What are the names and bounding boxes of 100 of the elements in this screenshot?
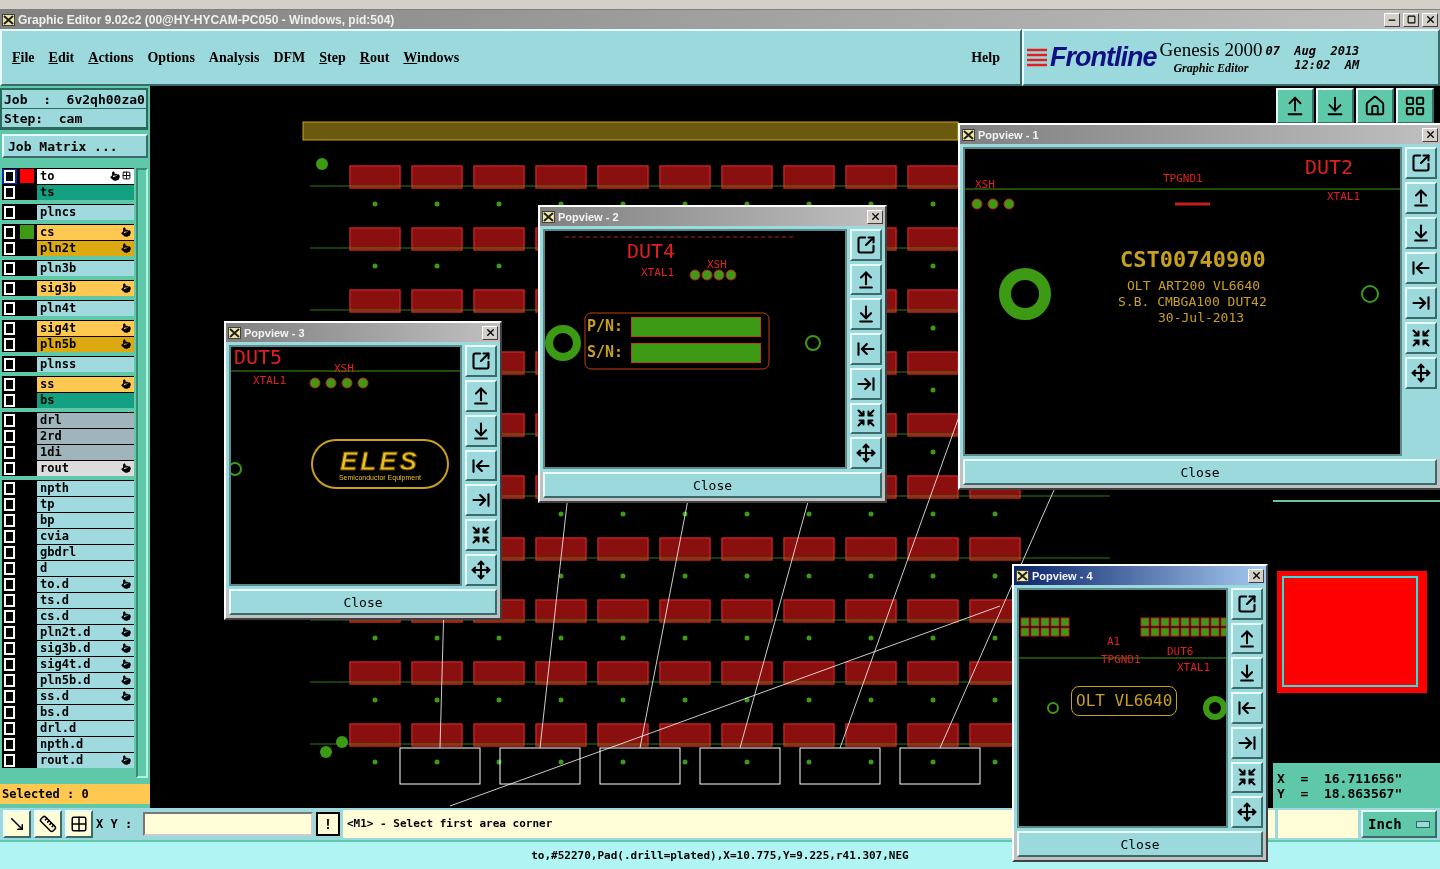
layer-checkbox[interactable]: [2, 688, 17, 704]
close-button[interactable]: [867, 209, 883, 224]
layer-item[interactable]: ss.d: [37, 688, 134, 704]
view-tool-button[interactable]: [850, 402, 882, 435]
layer-item[interactable]: pln4t: [37, 300, 134, 316]
view-tool-button[interactable]: [1405, 217, 1437, 249]
layer-item[interactable]: pln5b: [37, 336, 134, 352]
maximize-button[interactable]: [1403, 12, 1419, 27]
view-tool-button[interactable]: [1405, 182, 1437, 214]
tool-button[interactable]: [34, 810, 62, 838]
view-tool-button[interactable]: [1231, 588, 1263, 620]
layer-item[interactable]: pln2t: [37, 240, 134, 256]
close-button[interactable]: Close: [1017, 831, 1263, 857]
minimize-button[interactable]: [1384, 12, 1400, 27]
layer-checkbox[interactable]: [2, 444, 17, 460]
view-tool-button[interactable]: [1405, 322, 1437, 354]
units-dropdown[interactable]: Inch: [1361, 810, 1437, 838]
layer-checkbox[interactable]: [2, 336, 17, 352]
layer-checkbox[interactable]: [2, 240, 17, 256]
layer-checkbox[interactable]: [2, 184, 17, 200]
layer-item[interactable]: ts: [37, 184, 134, 200]
layer-checkbox[interactable]: [2, 672, 17, 688]
layer-item[interactable]: sig4t: [37, 320, 134, 336]
view-tool-button[interactable]: [1231, 761, 1263, 794]
layer-item[interactable]: gbdrl: [37, 544, 134, 560]
layer-item[interactable]: sig4t.d: [37, 656, 134, 672]
layer-checkbox[interactable]: [2, 428, 17, 444]
layer-item[interactable]: ts.d: [37, 592, 134, 608]
layer-item[interactable]: sig3b: [37, 280, 134, 296]
layer-item[interactable]: drl: [37, 412, 134, 428]
layer-item[interactable]: npth: [37, 480, 134, 496]
menu-item[interactable]: Analysis: [202, 47, 266, 68]
xy-input-field[interactable]: [143, 812, 313, 836]
view-tool-button[interactable]: [1405, 147, 1437, 179]
menu-item[interactable]: Step: [313, 47, 352, 68]
layer-checkbox[interactable]: [2, 300, 17, 316]
view-tool-button[interactable]: [465, 554, 497, 586]
close-button[interactable]: Close: [543, 472, 882, 498]
view-tool-button[interactable]: [1405, 252, 1437, 284]
layer-checkbox[interactable]: [2, 224, 17, 240]
layer-checkbox[interactable]: [2, 704, 17, 720]
layer-checkbox[interactable]: [2, 412, 17, 428]
layer-checkbox[interactable]: [2, 512, 17, 528]
toolbar-button[interactable]: [1316, 88, 1354, 124]
layer-item[interactable]: to.d: [37, 576, 134, 592]
layer-item[interactable]: plnss: [37, 356, 134, 372]
menu-item[interactable]: Edit: [42, 47, 81, 68]
view-tool-button[interactable]: [465, 414, 497, 447]
layer-item[interactable]: pln5b.d: [37, 672, 134, 688]
layer-checkbox[interactable]: [2, 720, 17, 736]
layer-item[interactable]: rout: [37, 460, 134, 476]
layer-item[interactable]: 1di: [37, 444, 134, 460]
layer-checkbox[interactable]: [2, 608, 17, 624]
layer-checkbox[interactable]: [2, 204, 17, 220]
view-tool-button[interactable]: [850, 367, 882, 400]
view-tool-button[interactable]: [850, 437, 882, 470]
toolbar-button[interactable]: [1356, 88, 1394, 124]
menu-item[interactable]: File: [6, 47, 41, 68]
layer-item[interactable]: bs: [37, 392, 134, 408]
layer-item[interactable]: tp: [37, 496, 134, 512]
scrollbar[interactable]: [136, 168, 148, 778]
layer-checkbox[interactable]: [2, 544, 17, 560]
view-tool-button[interactable]: [850, 298, 882, 331]
view-tool-button[interactable]: [465, 379, 497, 412]
view-tool-button[interactable]: [465, 519, 497, 552]
tool-button[interactable]: [3, 810, 31, 838]
close-button[interactable]: [1422, 12, 1438, 27]
layer-item[interactable]: plncs: [37, 204, 134, 220]
layer-checkbox[interactable]: [2, 280, 17, 296]
layer-item[interactable]: sig3b.d: [37, 640, 134, 656]
layer-checkbox[interactable]: [2, 376, 17, 392]
alert-button[interactable]: !: [316, 812, 340, 836]
layer-item[interactable]: d: [37, 560, 134, 576]
view-tool-button[interactable]: [850, 263, 882, 296]
layer-item[interactable]: ss: [37, 376, 134, 392]
close-button[interactable]: [1248, 568, 1264, 583]
toolbar-button[interactable]: [1276, 88, 1314, 124]
view-tool-button[interactable]: [1231, 657, 1263, 690]
layer-item[interactable]: to: [37, 168, 134, 184]
layer-item[interactable]: cs: [37, 224, 134, 240]
close-button[interactable]: Close: [229, 589, 497, 615]
layer-checkbox[interactable]: [2, 624, 17, 640]
view-tool-button[interactable]: [1231, 692, 1263, 724]
menu-item[interactable]: Rout: [353, 47, 396, 68]
layer-checkbox[interactable]: [2, 560, 17, 576]
layer-checkbox[interactable]: [2, 260, 17, 276]
layer-checkbox[interactable]: [2, 496, 17, 512]
layer-checkbox[interactable]: [2, 460, 17, 476]
layer-checkbox[interactable]: [2, 752, 17, 768]
view-tool-button[interactable]: [1405, 357, 1437, 389]
layer-checkbox[interactable]: [2, 392, 17, 408]
menu-item[interactable]: Windows: [397, 47, 466, 68]
layer-item[interactable]: rout.d: [37, 752, 134, 768]
toolbar-button[interactable]: [1396, 88, 1434, 124]
layer-item[interactable]: pln3b: [37, 260, 134, 276]
layer-item[interactable]: 2rd: [37, 428, 134, 444]
layer-item[interactable]: bp: [37, 512, 134, 528]
close-button[interactable]: Close: [963, 459, 1437, 485]
close-button[interactable]: [482, 325, 498, 340]
layer-checkbox[interactable]: [2, 576, 17, 592]
